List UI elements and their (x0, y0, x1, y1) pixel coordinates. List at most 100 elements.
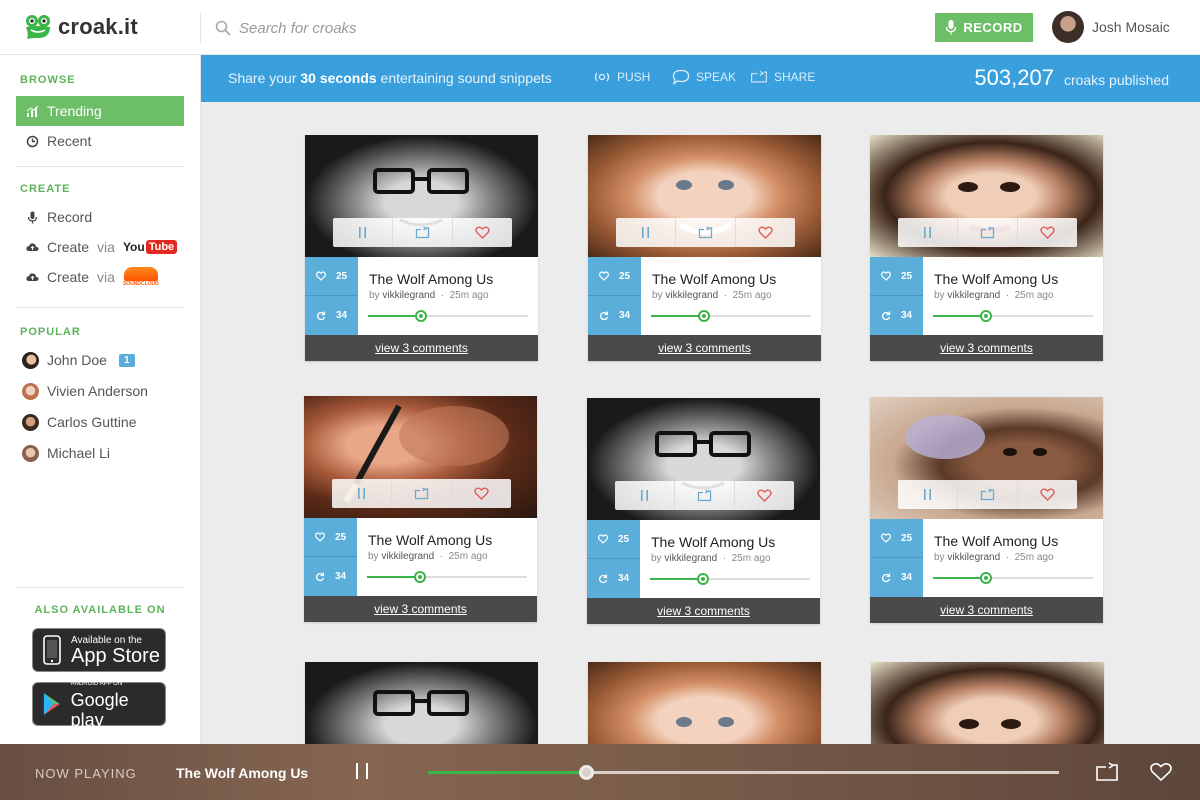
tagline-pre: Share your (228, 70, 297, 86)
croak-progress[interactable] (933, 572, 1093, 584)
view-comments-link[interactable]: view 3 comments (870, 597, 1103, 623)
player-progress-knob[interactable] (578, 765, 594, 780)
croak-author[interactable]: vikkilegrand (947, 552, 1000, 563)
repost-count[interactable]: 34 (304, 557, 357, 596)
sidebar-item-create-soundcloud[interactable]: Create via SOUNDCLOUD (16, 262, 184, 292)
view-comments-label: view 3 comments (940, 341, 1033, 355)
progress-knob[interactable] (979, 572, 992, 584)
iphone-icon (43, 635, 61, 665)
repost-button[interactable] (958, 480, 1018, 509)
croak-progress[interactable] (367, 571, 527, 583)
repost-icon[interactable] (1095, 762, 1119, 782)
now-playing-title[interactable]: The Wolf Among Us (176, 765, 308, 781)
croak-info: The Wolf Among Us by vikkilegrand · 25m … (934, 271, 1099, 301)
pause-button[interactable] (354, 763, 370, 781)
app-store-badge[interactable]: Available on the App Store (32, 628, 166, 672)
croak-progress[interactable] (651, 310, 811, 322)
croak-author[interactable]: vikkilegrand (947, 290, 1000, 301)
progress-knob[interactable] (414, 310, 427, 322)
heart-icon[interactable] (1149, 762, 1173, 782)
now-playing-bar: NOW PLAYING The Wolf Among Us (0, 744, 1200, 800)
record-button[interactable]: RECORD (935, 13, 1033, 42)
heart-icon (757, 489, 772, 502)
sidebar-item-record[interactable]: Record (16, 202, 184, 232)
google-play-badge[interactable]: ANDROID APP ON Google play (32, 681, 166, 730)
croak-photo[interactable] (871, 662, 1104, 744)
view-comments-link[interactable]: view 3 comments (588, 335, 821, 361)
croak-author[interactable]: vikkilegrand (382, 290, 435, 301)
repost-button[interactable] (392, 479, 452, 508)
sidebar-item-popular-user[interactable]: Michael Li (16, 438, 184, 468)
repost-button[interactable] (676, 218, 736, 247)
app-store-big-text: App Store (71, 644, 160, 667)
croak-photo[interactable] (305, 662, 538, 744)
croak-title[interactable]: The Wolf Among Us (651, 534, 816, 550)
like-count-value: 25 (334, 531, 347, 543)
via-text: via (97, 239, 115, 255)
like-count[interactable]: 25 (588, 257, 641, 296)
repost-button[interactable] (958, 218, 1018, 247)
view-comments-link[interactable]: view 3 comments (587, 598, 820, 624)
like-count[interactable]: 25 (870, 519, 923, 558)
croak-author[interactable]: vikkilegrand (381, 551, 434, 562)
sidebar-item-popular-user[interactable]: Carlos Guttine (16, 407, 184, 437)
progress-knob[interactable] (413, 571, 426, 583)
cloud-upload-icon (26, 242, 39, 251)
like-count[interactable]: 25 (305, 257, 358, 296)
view-comments-link[interactable]: view 3 comments (304, 596, 537, 622)
like-count[interactable]: 25 (870, 257, 923, 296)
croak-title[interactable]: The Wolf Among Us (934, 533, 1099, 549)
croak-progress[interactable] (368, 310, 528, 322)
pause-button[interactable] (616, 218, 676, 247)
like-button[interactable] (1018, 480, 1077, 509)
pause-button[interactable] (332, 479, 392, 508)
croak-photo[interactable] (588, 662, 821, 744)
like-count[interactable]: 25 (304, 518, 357, 557)
player-progress[interactable] (428, 765, 1059, 780)
pause-button[interactable] (898, 480, 958, 509)
google-play-icon (43, 693, 60, 715)
croak-progress[interactable] (933, 310, 1093, 322)
push-action[interactable]: PUSH (593, 69, 650, 85)
repost-count[interactable]: 34 (870, 296, 923, 335)
progress-knob[interactable] (979, 310, 992, 322)
repost-button[interactable] (393, 218, 453, 247)
view-comments-link[interactable]: view 3 comments (305, 335, 538, 361)
like-button[interactable] (453, 218, 512, 247)
croak-title[interactable]: The Wolf Among Us (369, 271, 534, 287)
user-menu[interactable]: Josh Mosaic (1052, 11, 1170, 43)
progress-knob[interactable] (696, 573, 709, 585)
search-input[interactable] (239, 19, 579, 37)
repost-count[interactable]: 34 (870, 558, 923, 597)
sidebar-item-recent[interactable]: Recent (16, 126, 184, 156)
croak-progress[interactable] (650, 573, 810, 585)
logo[interactable]: croak.it (24, 13, 138, 41)
like-count[interactable]: 25 (587, 520, 640, 559)
sidebar-item-trending[interactable]: Trending (16, 96, 184, 126)
like-button[interactable] (735, 481, 794, 510)
view-comments-link[interactable]: view 3 comments (870, 335, 1103, 361)
speak-action[interactable]: SPEAK (672, 69, 736, 85)
sidebar-item-popular-user[interactable]: Vivien Anderson (16, 376, 184, 406)
progress-knob[interactable] (697, 310, 710, 322)
playback-controls (333, 218, 512, 247)
share-action[interactable]: SHARE (750, 69, 815, 85)
sidebar-item-popular-user[interactable]: John Doe 1 (16, 345, 184, 375)
pause-button[interactable] (615, 481, 675, 510)
heart-icon (597, 534, 608, 544)
like-button[interactable] (736, 218, 795, 247)
pause-button[interactable] (898, 218, 958, 247)
pause-button[interactable] (333, 218, 393, 247)
repost-count[interactable]: 34 (587, 559, 640, 598)
croak-title[interactable]: The Wolf Among Us (652, 271, 817, 287)
croak-title[interactable]: The Wolf Among Us (934, 271, 1099, 287)
repost-count[interactable]: 34 (588, 296, 641, 335)
like-button[interactable] (1018, 218, 1077, 247)
sidebar-item-create-youtube[interactable]: Create via You Tube (16, 232, 184, 262)
croak-title[interactable]: The Wolf Among Us (368, 532, 533, 548)
croak-author[interactable]: vikkilegrand (665, 290, 718, 301)
croak-author[interactable]: vikkilegrand (664, 553, 717, 564)
repost-button[interactable] (675, 481, 735, 510)
like-button[interactable] (452, 479, 511, 508)
repost-count[interactable]: 34 (305, 296, 358, 335)
